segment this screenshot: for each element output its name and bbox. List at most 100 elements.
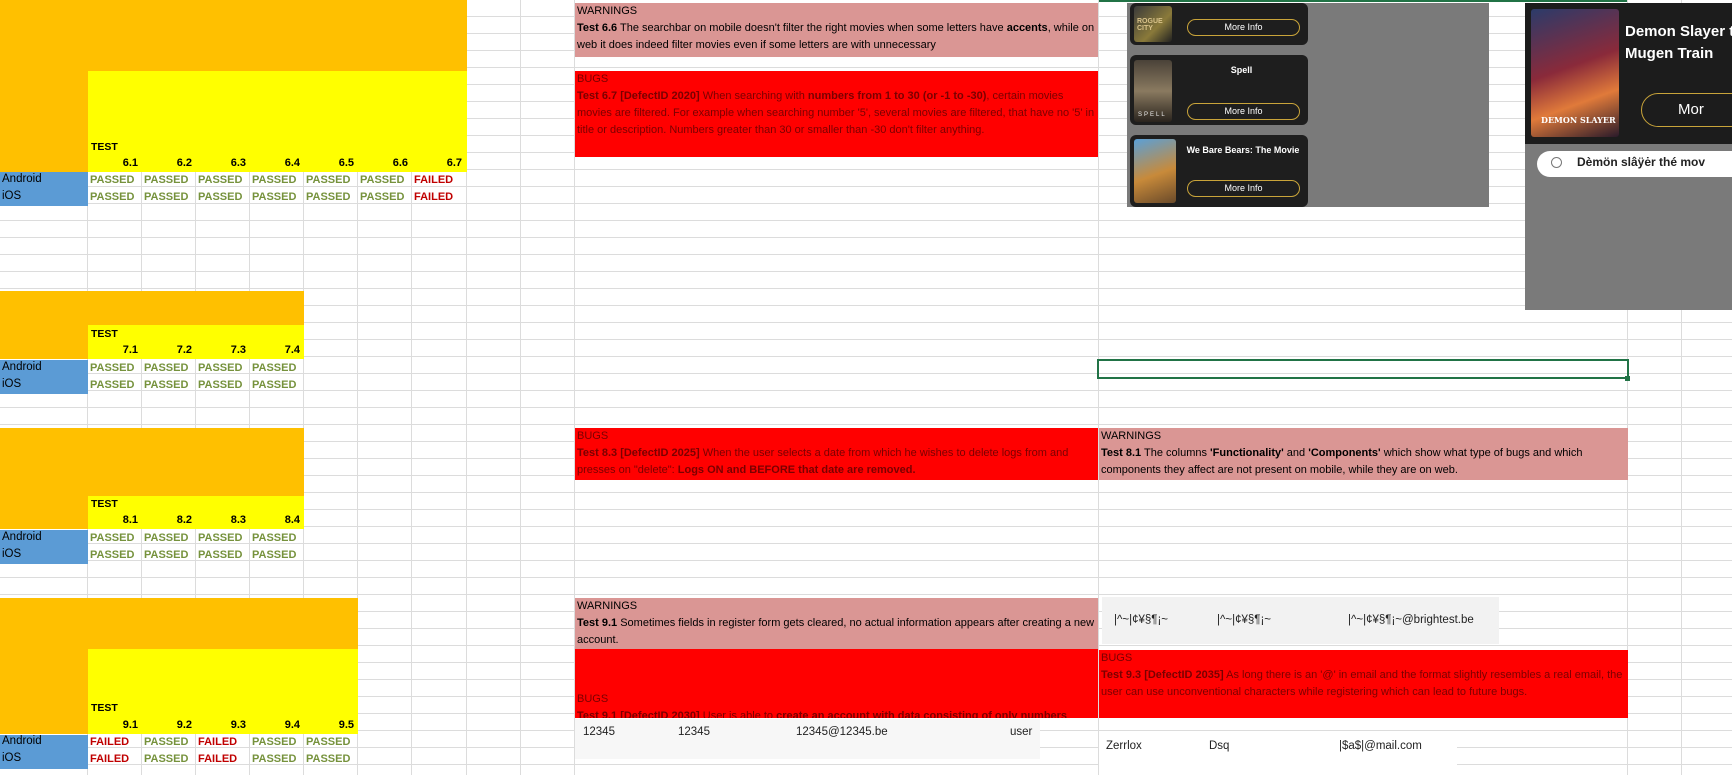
section8-ios-result: PASSED (90, 549, 135, 561)
form-firstname-1: |^~|¢¥§¶¡~ (1114, 614, 1168, 626)
selection-top-edge (1099, 0, 1627, 2)
search-icon (1551, 157, 1562, 168)
section7-android-label: Android (2, 361, 42, 373)
section7-test-label: TEST (91, 328, 118, 340)
search-screenshot: DEMON SLAYER Demon Slayer t Mugen Train … (1525, 3, 1732, 310)
section6-android-result: PASSED (198, 174, 243, 186)
section6-android-result: PASSED (306, 174, 351, 186)
section9-ios-result: PASSED (252, 753, 297, 765)
section8-android-result: PASSED (198, 532, 243, 544)
movie-card-2: SPELL Spell More Info (1130, 55, 1308, 125)
warning-note-8-1: WARNINGS Test 8.1 The columns 'Functiona… (1099, 428, 1628, 480)
section8-android-result: PASSED (252, 532, 297, 544)
section6-ios-result: PASSED (252, 191, 297, 203)
featured-movie-poster: DEMON SLAYER (1531, 9, 1619, 137)
movie-title-2: Spell (1230, 65, 1253, 75)
featured-movie-title-2: Mugen Train (1625, 45, 1714, 62)
section6-test-label: TEST (91, 141, 118, 153)
movie-title-3: We Bare Bears: The Movie (1186, 145, 1300, 155)
section6-ios-result: FAILED (414, 191, 454, 203)
bug-note-6-7: BUGS Test 6.7 [DefectID 2020] When searc… (575, 71, 1098, 157)
featured-movie-card: DEMON SLAYER Demon Slayer t Mugen Train … (1525, 3, 1732, 144)
section8-test-number: 8.2 (176, 514, 192, 526)
section8-test-number: 8.4 (284, 514, 300, 526)
section9-ios-label: iOS (2, 752, 22, 764)
form-row-numbers: 12345 12345 12345@12345.be user (575, 719, 1040, 759)
section6-android-result: PASSED (144, 174, 189, 186)
section8-ios-result: PASSED (144, 549, 189, 561)
section9-ios-result: PASSED (144, 753, 189, 765)
bug-note-9-1: BUGS Test 9.1 [DefectID 2030] User is ab… (575, 649, 1098, 718)
section8-test-number: 8.3 (230, 514, 246, 526)
section7-android-result: PASSED (90, 362, 135, 374)
form-lastname-2: 12345 (678, 726, 710, 738)
spreadsheet-grid[interactable]: TEST 6.1 6.2 6.3 6.4 6.5 6.6 6.7 Android iOS P… (0, 0, 1732, 775)
section7-test-number: 7.4 (284, 344, 300, 356)
section9-test-label: TEST (91, 702, 118, 714)
section6-ios-result: PASSED (144, 191, 189, 203)
section6-android-result: PASSED (360, 174, 405, 186)
movie-poster-1: ROGUE CITY (1134, 6, 1172, 42)
form-username-2: user (1010, 726, 1033, 738)
form-row-zerrlox: Zerrlox Dsq |$a$|@mail.com (1099, 733, 1457, 771)
section6-test-number: 6.2 (176, 157, 192, 169)
featured-more-info-button[interactable]: Mor (1641, 93, 1732, 127)
section6-ios-label: iOS (2, 190, 22, 202)
search-input[interactable]: Dèmön slâÿėr thé mov (1577, 155, 1705, 169)
form-lastname-1: |^~|¢¥§¶¡~ (1217, 614, 1271, 626)
section6-test-number: 6.5 (338, 157, 354, 169)
section9-ios-result: FAILED (90, 753, 130, 765)
section6-ios-result: PASSED (306, 191, 351, 203)
more-info-button-1[interactable]: More Info (1187, 19, 1300, 36)
section8-android-result: PASSED (144, 532, 189, 544)
movie-list-screenshot: ROGUE CITY More Info SPELL Spell More In… (1127, 3, 1489, 207)
section6-ios-result: PASSED (198, 191, 243, 203)
section9-test-number: 9.5 (338, 719, 354, 731)
movie-card-3: We Bare Bears: The Movie More Info (1130, 135, 1308, 207)
form-email-3: |$a$|@mail.com (1339, 740, 1422, 752)
section6-test-number: 6.3 (230, 157, 246, 169)
section9-android-result: FAILED (198, 736, 238, 748)
search-bar[interactable]: Dèmön slâÿėr thé mov (1537, 151, 1732, 177)
movie-poster-3 (1134, 139, 1176, 203)
section8-ios-result: PASSED (198, 549, 243, 561)
fill-handle[interactable] (1625, 376, 1630, 381)
section8-test-number: 8.1 (122, 514, 138, 526)
warning-note-9-1: WARNINGS Test 9.1 Sometimes fields in re… (575, 598, 1098, 649)
warning-note-6-6: WARNINGS Test 6.6 The searchbar on mobil… (575, 3, 1098, 57)
section9-test-number: 9.1 (122, 719, 138, 731)
section8-android-result: PASSED (90, 532, 135, 544)
movie-poster-2: SPELL (1134, 60, 1172, 122)
section9-android-result: FAILED (90, 736, 130, 748)
section6-android-result: PASSED (252, 174, 297, 186)
selected-cell[interactable] (1097, 359, 1629, 379)
section9-android-result: PASSED (144, 736, 189, 748)
section9-test-number: 9.3 (230, 719, 246, 731)
section6-ios-result: PASSED (360, 191, 405, 203)
more-info-button-2[interactable]: More Info (1187, 103, 1300, 120)
section7-test-number: 7.2 (176, 344, 192, 356)
section9-test-number: 9.2 (176, 719, 192, 731)
section7-android-result: PASSED (252, 362, 297, 374)
section7-test-number: 7.3 (230, 344, 246, 356)
form-email-2: 12345@12345.be (796, 726, 888, 738)
section6-android-label: Android (2, 173, 42, 185)
section6-test-number: 6.7 (446, 157, 462, 169)
section7-ios-result: PASSED (198, 379, 243, 391)
section7-header-left (0, 325, 88, 359)
featured-movie-title-1: Demon Slayer t (1625, 23, 1732, 40)
section8-ios-result: PASSED (252, 549, 297, 561)
section8-ios-label: iOS (2, 548, 22, 560)
section6-test-number: 6.1 (122, 157, 138, 169)
form-firstname-3: Zerrlox (1106, 740, 1142, 752)
section7-ios-label: iOS (2, 378, 22, 390)
form-row-special-chars: |^~|¢¥§¶¡~ |^~|¢¥§¶¡~ |^~|¢¥§¶¡~@brighte… (1102, 597, 1499, 644)
section6-ios-result: PASSED (90, 191, 135, 203)
section7-android-result: PASSED (144, 362, 189, 374)
bug-note-8-3: BUGS Test 8.3 [DefectID 2025] When the u… (575, 428, 1098, 480)
more-info-button-3[interactable]: More Info (1187, 180, 1300, 197)
movie-card-1: ROGUE CITY More Info (1130, 3, 1308, 45)
section8-test-label: TEST (91, 498, 118, 510)
section7-ios-result: PASSED (144, 379, 189, 391)
form-email-1: |^~|¢¥§¶¡~@brightest.be (1348, 614, 1474, 626)
